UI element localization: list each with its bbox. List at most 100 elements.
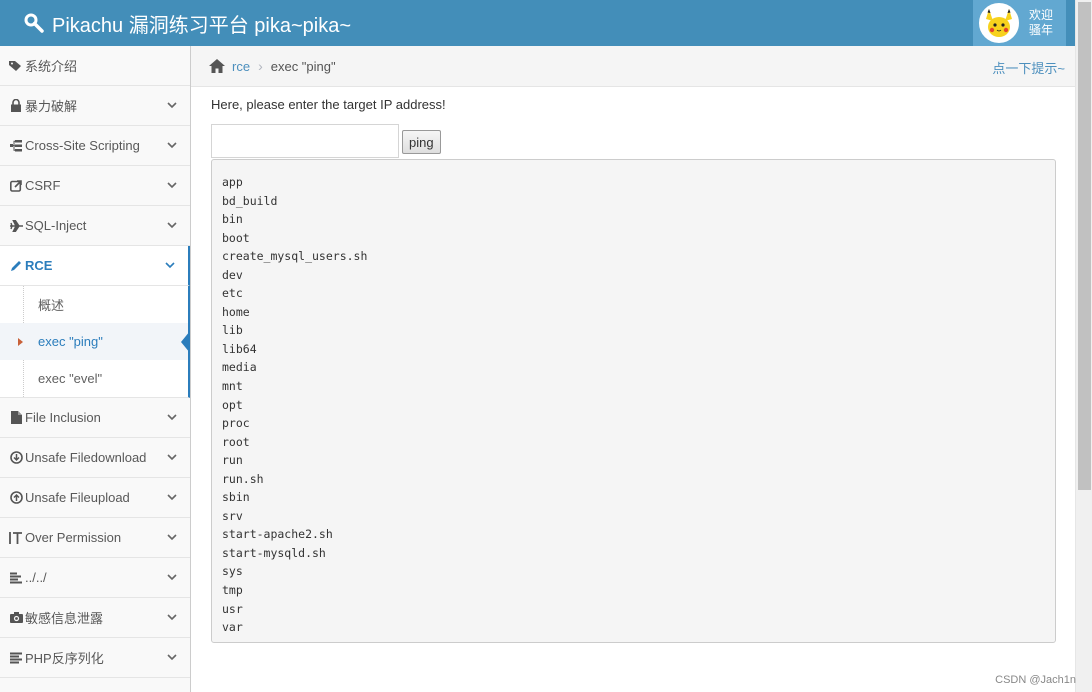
submenu-item-exec-evel[interactable]: exec "evel" xyxy=(0,360,188,397)
chevron-down-icon xyxy=(165,262,175,269)
home-icon[interactable] xyxy=(208,58,226,74)
share-icon xyxy=(8,179,24,192)
sidebar-item-label: Unsafe Fileupload xyxy=(25,490,130,505)
breadcrumb-separator-icon: › xyxy=(258,58,263,74)
text-height-icon xyxy=(8,531,24,545)
sidebar-item-label: Unsafe Filedownload xyxy=(25,450,147,465)
download-icon xyxy=(8,451,24,464)
output-line: sbin xyxy=(222,490,250,505)
output-line: lib64 xyxy=(222,341,257,356)
sidebar-item-php-unserialize[interactable]: PHP反序列化 xyxy=(0,638,190,678)
sidebar-item-intro[interactable]: 系统介绍 xyxy=(0,46,190,86)
output-line: lib xyxy=(222,323,243,338)
submenu-item-overview[interactable]: 概述 xyxy=(0,286,188,323)
list-icon xyxy=(8,652,24,664)
output-line: run xyxy=(222,453,243,468)
active-pointer-icon xyxy=(181,331,190,353)
chevron-down-icon xyxy=(167,654,177,661)
main-content: Here, please enter the target IP address… xyxy=(211,97,1056,643)
chevron-down-icon xyxy=(167,142,177,149)
avatar xyxy=(979,3,1019,43)
chevron-down-icon xyxy=(167,222,177,229)
submenu-item-exec-ping[interactable]: exec "ping" xyxy=(0,323,190,360)
sidebar-item-xss[interactable]: Cross-Site Scripting xyxy=(0,126,190,166)
sidebar-item-label: Over Permission xyxy=(25,530,122,545)
sidebar-item-label: File Inclusion xyxy=(25,410,101,425)
chevron-down-icon xyxy=(167,494,177,501)
plane-icon xyxy=(8,219,24,232)
sitemap-icon xyxy=(8,139,24,152)
sidebar-item-label: SQL-Inject xyxy=(25,218,87,233)
caret-right-icon xyxy=(18,338,23,346)
upload-icon xyxy=(8,491,24,504)
ping-form: ping xyxy=(211,124,1056,158)
breadcrumb-current: exec "ping" xyxy=(270,58,336,74)
rce-submenu: 概述 exec "ping" exec "evel" xyxy=(0,286,190,398)
submenu-item-label: exec "ping" xyxy=(38,334,103,349)
sidebar-item-file-inclusion[interactable]: File Inclusion xyxy=(0,398,190,438)
output-line: opt xyxy=(222,397,243,412)
chevron-down-icon xyxy=(167,534,177,541)
sidebar-item-label: 系统介绍 xyxy=(25,59,78,74)
wrench-icon xyxy=(24,13,44,33)
sidebar-item-unsafe-upload[interactable]: Unsafe Fileupload xyxy=(0,478,190,518)
output-line: srv xyxy=(222,508,243,523)
user-menu[interactable]: 欢迎 骚年 xyxy=(973,0,1066,46)
sidebar-item-label: 暴力破解 xyxy=(25,99,78,114)
breadcrumb-link-rce[interactable]: rce xyxy=(232,59,250,74)
user-name: 骚年 xyxy=(1029,23,1054,37)
sidebar-item-label: Cross-Site Scripting xyxy=(25,138,140,153)
output-line: app xyxy=(222,175,243,189)
output-line: dev xyxy=(222,267,243,282)
output-line: tmp xyxy=(222,583,243,598)
file-icon xyxy=(8,411,24,424)
hint-link[interactable]: 点一下提示~ xyxy=(992,58,1065,77)
output-line: root xyxy=(222,434,250,449)
tags-icon xyxy=(8,60,24,72)
output-line: home xyxy=(222,304,250,319)
chevron-down-icon xyxy=(167,454,177,461)
sidebar-item-label: PHP反序列化 xyxy=(25,651,104,666)
output-line: boot xyxy=(222,230,250,245)
prompt-text: Here, please enter the target IP address… xyxy=(211,97,446,112)
watermark: CSDN @Jach1n xyxy=(995,674,1076,686)
chevron-down-icon xyxy=(167,182,177,189)
app-title: Pikachu 漏洞练习平台 pika~pika~ xyxy=(52,14,352,37)
camera-icon xyxy=(8,612,24,623)
output-line: bin xyxy=(222,212,243,227)
top-navbar: Pikachu 漏洞练习平台 pika~pika~ 欢迎 骚年 xyxy=(0,0,1075,46)
sidebar-item-sqli[interactable]: SQL-Inject xyxy=(0,206,190,246)
sidebar-item-unsafe-download[interactable]: Unsafe Filedownload xyxy=(0,438,190,478)
pencil-icon xyxy=(8,260,24,272)
chevron-down-icon xyxy=(167,102,177,109)
sidebar-item-label: RCE xyxy=(25,258,53,273)
scrollbar-thumb[interactable] xyxy=(1078,2,1091,490)
output-line: etc xyxy=(222,286,243,301)
sidebar-item-label: CSRF xyxy=(25,178,61,193)
sidebar-item-dir-traversal[interactable]: ../../ xyxy=(0,558,190,598)
output-line: bd_build xyxy=(222,193,278,208)
sidebar-item-more[interactable] xyxy=(0,678,190,692)
ip-input[interactable] xyxy=(211,124,399,158)
brand[interactable]: Pikachu 漏洞练习平台 pika~pika~ xyxy=(0,9,351,38)
sidebar-item-bruteforce[interactable]: 暴力破解 xyxy=(0,86,190,126)
output-line: run.sh xyxy=(222,471,264,486)
welcome-text: 欢迎 xyxy=(1029,8,1054,22)
sidebar-item-rce[interactable]: RCE xyxy=(0,246,190,286)
sidebar-item-over-permission[interactable]: Over Permission xyxy=(0,518,190,558)
output-line: start-mysqld.sh xyxy=(222,545,326,560)
ping-button[interactable]: ping xyxy=(402,130,441,154)
page-scrollbar[interactable] xyxy=(1075,0,1092,692)
output-line: create_mysql_users.sh xyxy=(222,249,368,264)
submenu-item-label: exec "evel" xyxy=(38,371,103,386)
output-line: proc xyxy=(222,416,250,431)
sidebar-item-label: 敏感信息泄露 xyxy=(25,611,104,626)
breadcrumb: rce › exec "ping" 点一下提示~ xyxy=(191,46,1075,87)
output-line: sys xyxy=(222,564,243,579)
command-output: app bd_buildbin boot create_mysql_users.shd… xyxy=(211,159,1056,643)
sidebar: 系统介绍 暴力破解 Cross-Site Scripting CSRF SQL-… xyxy=(0,46,191,692)
output-line: mnt xyxy=(222,379,243,394)
sidebar-item-csrf[interactable]: CSRF xyxy=(0,166,190,206)
sidebar-item-info-leak[interactable]: 敏感信息泄露 xyxy=(0,598,190,638)
output-line: usr xyxy=(222,601,243,616)
